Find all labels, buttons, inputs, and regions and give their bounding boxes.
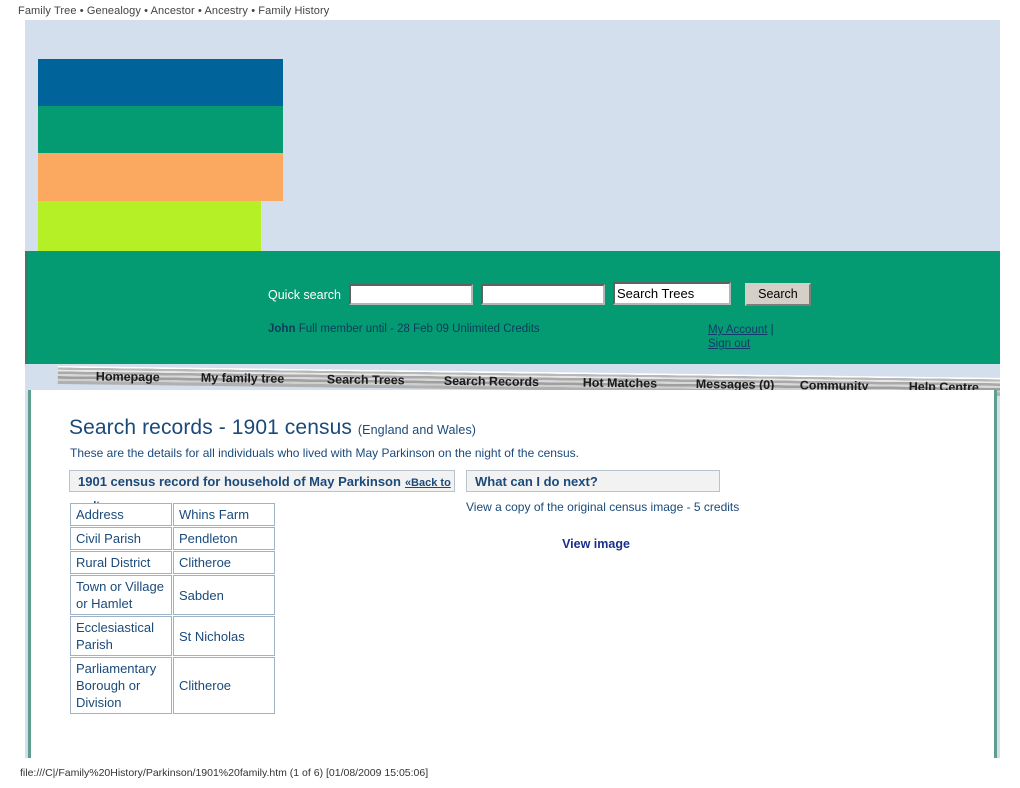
member-name: John [268,323,296,335]
print-header: Family Tree • Genealogy • Ancestor • Anc… [18,5,330,17]
page-subtitle: (England and Wales) [357,423,477,437]
view-image-link[interactable]: View image [466,537,726,551]
print-footer: file:///C|/Family%20History/Parkinson/19… [20,767,429,779]
detail-value: Whins Farm [173,503,275,526]
detail-key: Town or Village or Hamlet [70,575,172,615]
what-next-header-bar: What can I do next? [466,470,720,492]
quick-search-input-2[interactable] [480,284,605,305]
banner-bar-lime [38,201,261,251]
member-status: Full member until - 28 Feb 09 Unlimited … [298,323,540,335]
quick-search-label: Quick search [268,287,341,302]
table-row: Ecclesiastical Parish St Nicholas [70,616,275,656]
quick-search-scope-select[interactable]: Search Trees [612,282,731,305]
quick-search-button[interactable]: Search [744,283,811,306]
nav-item-my-family-tree[interactable]: My family tree [201,371,285,386]
content-area: Search records - 1901 census (England an… [28,390,997,758]
nav-item-hot-matches[interactable]: Hot Matches [583,376,657,391]
record-header-bar: 1901 census record for household of May … [69,470,455,512]
member-status-row: John Full member until - 28 Feb 09 Unlim… [268,323,808,350]
table-row: Rural District Clitheroe [70,551,275,574]
table-row: Civil Parish Pendleton [70,527,275,550]
quick-search-form: Quick search Search Trees Search [268,282,811,306]
detail-key: Ecclesiastical Parish [70,616,172,656]
links-separator: | [770,324,774,336]
census-details-table: Address Whins Farm Civil Parish Pendleto… [69,502,276,715]
nav-item-search-records[interactable]: Search Records [444,374,539,389]
banner-bar-teal [38,106,283,153]
detail-key: Rural District [70,551,172,574]
detail-key: Civil Parish [70,527,172,550]
detail-value: Sabden [173,575,275,615]
credits-text: View a copy of the original census image… [466,500,740,514]
detail-value: Clitheroe [173,657,275,714]
banner-bar-orange [38,153,283,201]
detail-key: Address [70,503,172,526]
detail-key: Parliamentary Borough or Division [70,657,172,714]
detail-value: Clitheroe [173,551,275,574]
page-title-text: Search records - 1901 census [69,416,352,439]
page-intro-text: These are the details for all individual… [70,446,579,460]
banner-bar-blue [38,59,283,106]
detail-value: Pendleton [173,527,275,550]
table-row: Parliamentary Borough or Division Clithe… [70,657,275,714]
page-shell: Quick search Search Trees Search John Fu… [25,20,1000,758]
what-next-title: What can I do next? [475,474,598,489]
table-row: Address Whins Farm [70,503,275,526]
banner-graphic [25,20,1000,251]
member-links: My Account | Sign out [708,323,798,351]
my-account-link[interactable]: My Account [708,324,767,336]
page-title: Search records - 1901 census (England an… [69,416,476,440]
nav-item-search-trees[interactable]: Search Trees [327,372,405,387]
detail-value: St Nicholas [173,616,275,656]
record-header-title: 1901 census record for household of May … [78,474,401,489]
quick-search-input-1[interactable] [348,284,473,305]
table-row: Town or Village or Hamlet Sabden [70,575,275,615]
sign-out-link[interactable]: Sign out [708,338,750,350]
nav-item-homepage[interactable]: Homepage [96,369,160,384]
search-band: Quick search Search Trees Search John Fu… [25,251,1000,364]
